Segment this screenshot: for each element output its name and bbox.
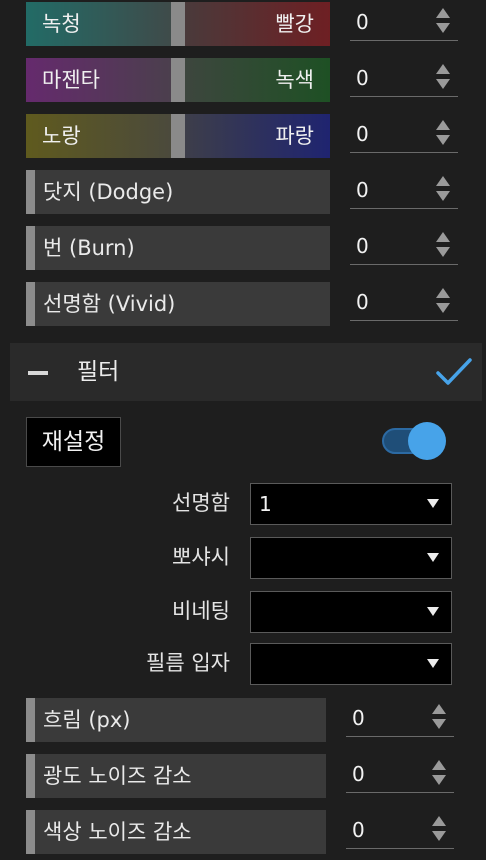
color-noise-value-field[interactable]: 0 bbox=[346, 812, 454, 849]
slider-handle[interactable] bbox=[26, 282, 35, 326]
film-grain-label: 필름 입자 bbox=[146, 651, 230, 675]
filter-section-header[interactable]: 필터 bbox=[10, 343, 482, 401]
slider-handle[interactable] bbox=[26, 698, 35, 742]
slider-right-label: 녹색 bbox=[275, 68, 314, 92]
value-text: 0 bbox=[356, 234, 369, 258]
stepper-icon[interactable] bbox=[436, 64, 452, 92]
burn-slider[interactable]: 번 (Burn) bbox=[26, 226, 330, 270]
slider-right-label: 파랑 bbox=[275, 124, 314, 148]
burn-row: 번 (Burn) bbox=[26, 226, 330, 270]
luminance-noise-value-field[interactable]: 0 bbox=[346, 756, 454, 793]
blur-value-field[interactable]: 0 bbox=[346, 700, 454, 737]
luminance-noise-slider[interactable]: 광도 노이즈 감소 bbox=[26, 754, 326, 798]
stepper-icon[interactable] bbox=[436, 288, 452, 316]
color-noise-row: 색상 노이즈 감소 bbox=[26, 810, 326, 854]
reset-button[interactable]: 재설정 bbox=[26, 417, 121, 467]
value-text: 0 bbox=[352, 706, 365, 730]
yellow-blue-value-field[interactable]: 0 bbox=[350, 116, 458, 153]
stepper-icon[interactable] bbox=[432, 760, 448, 788]
dodge-row: 닷지 (Dodge) bbox=[26, 170, 330, 214]
dodge-slider[interactable]: 닷지 (Dodge) bbox=[26, 170, 330, 214]
slider-left-label: 녹청 bbox=[42, 12, 81, 36]
slider-label: 닷지 (Dodge) bbox=[43, 180, 174, 204]
slider-handle[interactable] bbox=[26, 226, 35, 270]
burn-value-field[interactable]: 0 bbox=[350, 228, 458, 265]
select-value: 1 bbox=[259, 492, 272, 516]
stepper-icon[interactable] bbox=[436, 120, 452, 148]
value-text: 0 bbox=[356, 10, 369, 34]
stepper-icon[interactable] bbox=[436, 176, 452, 204]
section-title: 필터 bbox=[77, 359, 120, 385]
color-balance-magenta-green: 마젠타 녹색 bbox=[26, 58, 330, 102]
yellow-blue-slider[interactable]: 노랑 파랑 bbox=[26, 114, 330, 158]
value-text: 0 bbox=[356, 178, 369, 202]
slider-right-label: 빨강 bbox=[275, 12, 314, 36]
dropdown-arrow-icon bbox=[427, 659, 439, 668]
slider-handle[interactable] bbox=[171, 114, 185, 158]
magenta-green-value-field[interactable]: 0 bbox=[350, 60, 458, 97]
slider-label: 색상 노이즈 감소 bbox=[43, 820, 192, 844]
stepper-icon[interactable] bbox=[432, 704, 448, 732]
slider-label: 광도 노이즈 감소 bbox=[43, 764, 192, 788]
check-icon[interactable] bbox=[436, 357, 472, 387]
value-text: 0 bbox=[352, 762, 365, 786]
cyan-red-slider[interactable]: 녹청 빨강 bbox=[26, 2, 330, 46]
color-balance-cyan-red: 녹청 빨강 bbox=[26, 2, 330, 46]
vivid-row: 선명함 (Vivid) bbox=[26, 282, 330, 326]
slider-handle[interactable] bbox=[171, 2, 185, 46]
soft-glow-label: 뽀샤시 bbox=[172, 545, 230, 569]
cyan-red-value-field[interactable]: 0 bbox=[350, 4, 458, 41]
luminance-noise-row: 광도 노이즈 감소 bbox=[26, 754, 326, 798]
vivid-value-field[interactable]: 0 bbox=[350, 284, 458, 321]
dropdown-arrow-icon bbox=[427, 499, 439, 508]
sharpen-label: 선명함 bbox=[172, 491, 230, 515]
slider-left-label: 노랑 bbox=[42, 124, 81, 148]
color-balance-yellow-blue: 노랑 파랑 bbox=[26, 114, 330, 158]
slider-label: 흐림 (px) bbox=[43, 708, 131, 732]
dropdown-arrow-icon bbox=[427, 607, 439, 616]
soft-glow-select[interactable] bbox=[250, 537, 452, 579]
value-text: 0 bbox=[356, 66, 369, 90]
slider-label: 번 (Burn) bbox=[43, 236, 135, 260]
slider-left-label: 마젠타 bbox=[42, 68, 100, 92]
value-text: 0 bbox=[352, 818, 365, 842]
film-grain-select[interactable] bbox=[250, 643, 452, 685]
slider-handle[interactable] bbox=[26, 170, 35, 214]
slider-handle[interactable] bbox=[171, 58, 185, 102]
toggle-knob bbox=[408, 422, 446, 460]
vignette-label: 비네팅 bbox=[172, 599, 230, 623]
collapse-icon[interactable] bbox=[28, 371, 48, 375]
slider-handle[interactable] bbox=[26, 810, 35, 854]
blur-row: 흐림 (px) bbox=[26, 698, 326, 742]
value-text: 0 bbox=[356, 122, 369, 146]
value-text: 0 bbox=[356, 290, 369, 314]
sharpen-select[interactable]: 1 bbox=[250, 483, 452, 525]
stepper-icon[interactable] bbox=[432, 816, 448, 844]
stepper-icon[interactable] bbox=[436, 8, 452, 36]
dodge-value-field[interactable]: 0 bbox=[350, 172, 458, 209]
stepper-icon[interactable] bbox=[436, 232, 452, 260]
magenta-green-slider[interactable]: 마젠타 녹색 bbox=[26, 58, 330, 102]
color-noise-slider[interactable]: 색상 노이즈 감소 bbox=[26, 810, 326, 854]
slider-label: 선명함 (Vivid) bbox=[43, 292, 176, 316]
blur-slider[interactable]: 흐림 (px) bbox=[26, 698, 326, 742]
vivid-slider[interactable]: 선명함 (Vivid) bbox=[26, 282, 330, 326]
filter-enable-toggle[interactable] bbox=[382, 422, 446, 460]
dropdown-arrow-icon bbox=[427, 553, 439, 562]
slider-handle[interactable] bbox=[26, 754, 35, 798]
vignette-select[interactable] bbox=[250, 591, 452, 633]
